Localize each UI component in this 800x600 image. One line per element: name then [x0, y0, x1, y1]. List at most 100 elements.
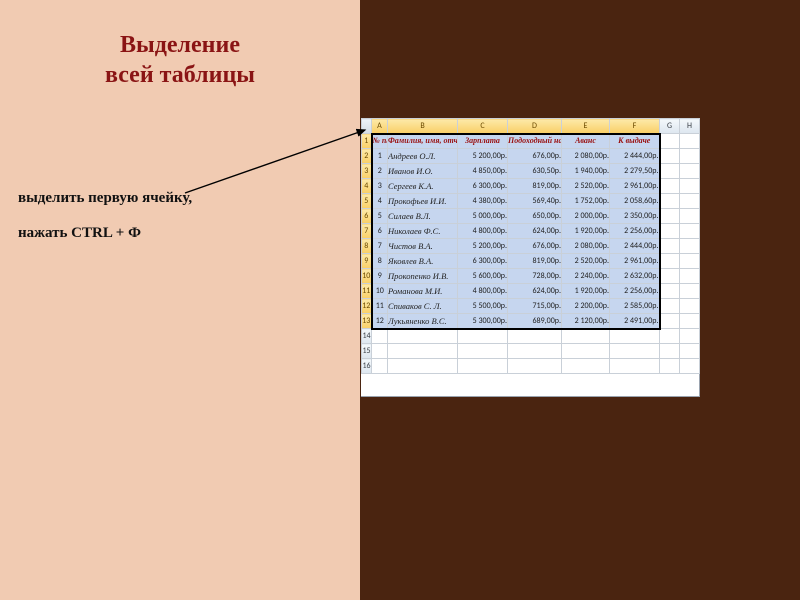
cell-C14[interactable] — [458, 329, 508, 344]
cell-C3[interactable]: 4 850,00р. — [458, 164, 508, 179]
cell-E14[interactable] — [562, 329, 610, 344]
cell-E11[interactable]: 1 920,00р. — [562, 284, 610, 299]
col-head-H[interactable]: H — [680, 119, 700, 134]
cell-E10[interactable]: 2 240,00р. — [562, 269, 610, 284]
cell-E3[interactable]: 1 940,00р. — [562, 164, 610, 179]
cell-C5[interactable]: 4 380,00р. — [458, 194, 508, 209]
cell-E16[interactable] — [562, 359, 610, 374]
row-head-10[interactable]: 10 — [362, 269, 372, 284]
col-head-D[interactable]: D — [508, 119, 562, 134]
cell-A14[interactable] — [372, 329, 388, 344]
cell-F7[interactable]: 2 256,00р. — [610, 224, 660, 239]
cell-F5[interactable]: 2 058,60р. — [610, 194, 660, 209]
row-head-3[interactable]: 3 — [362, 164, 372, 179]
cell-G13[interactable] — [660, 314, 680, 329]
cell-D13[interactable]: 689,00р. — [508, 314, 562, 329]
row-head-4[interactable]: 4 — [362, 179, 372, 194]
cell-H7[interactable] — [680, 224, 700, 239]
cell-C6[interactable]: 5 000,00р. — [458, 209, 508, 224]
cell-B13[interactable]: Лукьяненко В.С. — [388, 314, 458, 329]
cell-F4[interactable]: 2 961,00р. — [610, 179, 660, 194]
cell-H10[interactable] — [680, 269, 700, 284]
cell-E7[interactable]: 1 920,00р. — [562, 224, 610, 239]
col-head-F[interactable]: F — [610, 119, 660, 134]
cell-E13[interactable]: 2 120,00р. — [562, 314, 610, 329]
cell-E5[interactable]: 1 752,00р. — [562, 194, 610, 209]
cell-B6[interactable]: Силаев В.Л. — [388, 209, 458, 224]
cell-G4[interactable] — [660, 179, 680, 194]
cell-A15[interactable] — [372, 344, 388, 359]
cell-A12[interactable]: 11 — [372, 299, 388, 314]
cell-H12[interactable] — [680, 299, 700, 314]
row-head-7[interactable]: 7 — [362, 224, 372, 239]
cell-B15[interactable] — [388, 344, 458, 359]
cell-F9[interactable]: 2 961,00р. — [610, 254, 660, 269]
cell-D8[interactable]: 676,00р. — [508, 239, 562, 254]
cell-E12[interactable]: 2 200,00р. — [562, 299, 610, 314]
cell-E4[interactable]: 2 520,00р. — [562, 179, 610, 194]
cell-H5[interactable] — [680, 194, 700, 209]
cell-F2[interactable]: 2 444,00р. — [610, 149, 660, 164]
cell-C1[interactable]: Зарплата — [458, 134, 508, 149]
cell-B7[interactable]: Николаев Ф.С. — [388, 224, 458, 239]
cell-D9[interactable]: 819,00р. — [508, 254, 562, 269]
cell-F1[interactable]: К выдаче — [610, 134, 660, 149]
cell-F14[interactable] — [610, 329, 660, 344]
cell-B11[interactable]: Романова М.И. — [388, 284, 458, 299]
cell-G14[interactable] — [660, 329, 680, 344]
row-head-9[interactable]: 9 — [362, 254, 372, 269]
cell-F12[interactable]: 2 585,00р. — [610, 299, 660, 314]
cell-G9[interactable] — [660, 254, 680, 269]
cell-D12[interactable]: 715,00р. — [508, 299, 562, 314]
cell-C7[interactable]: 4 800,00р. — [458, 224, 508, 239]
cell-G2[interactable] — [660, 149, 680, 164]
cell-G1[interactable] — [660, 134, 680, 149]
row-head-2[interactable]: 2 — [362, 149, 372, 164]
cell-D3[interactable]: 630,50р. — [508, 164, 562, 179]
cell-D7[interactable]: 624,00р. — [508, 224, 562, 239]
cell-G5[interactable] — [660, 194, 680, 209]
cell-H9[interactable] — [680, 254, 700, 269]
cell-C4[interactable]: 6 300,00р. — [458, 179, 508, 194]
cell-E15[interactable] — [562, 344, 610, 359]
cell-D1[interactable]: Подоходный налог — [508, 134, 562, 149]
cell-F13[interactable]: 2 491,00р. — [610, 314, 660, 329]
cell-H8[interactable] — [680, 239, 700, 254]
cell-H6[interactable] — [680, 209, 700, 224]
cell-F6[interactable]: 2 350,00р. — [610, 209, 660, 224]
cell-A13[interactable]: 12 — [372, 314, 388, 329]
cell-B4[interactable]: Сергеев К.А. — [388, 179, 458, 194]
row-head-12[interactable]: 12 — [362, 299, 372, 314]
cell-H3[interactable] — [680, 164, 700, 179]
cell-A2[interactable]: 1 — [372, 149, 388, 164]
cell-F15[interactable] — [610, 344, 660, 359]
cell-E1[interactable]: Аванс — [562, 134, 610, 149]
cell-A16[interactable] — [372, 359, 388, 374]
cell-D16[interactable] — [508, 359, 562, 374]
cell-A6[interactable]: 5 — [372, 209, 388, 224]
cell-D15[interactable] — [508, 344, 562, 359]
cell-A7[interactable]: 6 — [372, 224, 388, 239]
cell-G15[interactable] — [660, 344, 680, 359]
cell-E9[interactable]: 2 520,00р. — [562, 254, 610, 269]
cell-E6[interactable]: 2 000,00р. — [562, 209, 610, 224]
cell-D4[interactable]: 819,00р. — [508, 179, 562, 194]
cell-G11[interactable] — [660, 284, 680, 299]
cell-F3[interactable]: 2 279,50р. — [610, 164, 660, 179]
cell-D2[interactable]: 676,00р. — [508, 149, 562, 164]
cell-A8[interactable]: 7 — [372, 239, 388, 254]
cell-D6[interactable]: 650,00р. — [508, 209, 562, 224]
cell-B2[interactable]: Андреев О.Л. — [388, 149, 458, 164]
cell-E8[interactable]: 2 080,00р. — [562, 239, 610, 254]
cell-D5[interactable]: 569,40р. — [508, 194, 562, 209]
cell-B1[interactable]: Фамилия, имя, отчество — [388, 134, 458, 149]
col-head-G[interactable]: G — [660, 119, 680, 134]
cell-D14[interactable] — [508, 329, 562, 344]
cell-G12[interactable] — [660, 299, 680, 314]
row-head-5[interactable]: 5 — [362, 194, 372, 209]
cell-G6[interactable] — [660, 209, 680, 224]
cell-G7[interactable] — [660, 224, 680, 239]
row-head-6[interactable]: 6 — [362, 209, 372, 224]
cell-F11[interactable]: 2 256,00р. — [610, 284, 660, 299]
cell-G10[interactable] — [660, 269, 680, 284]
